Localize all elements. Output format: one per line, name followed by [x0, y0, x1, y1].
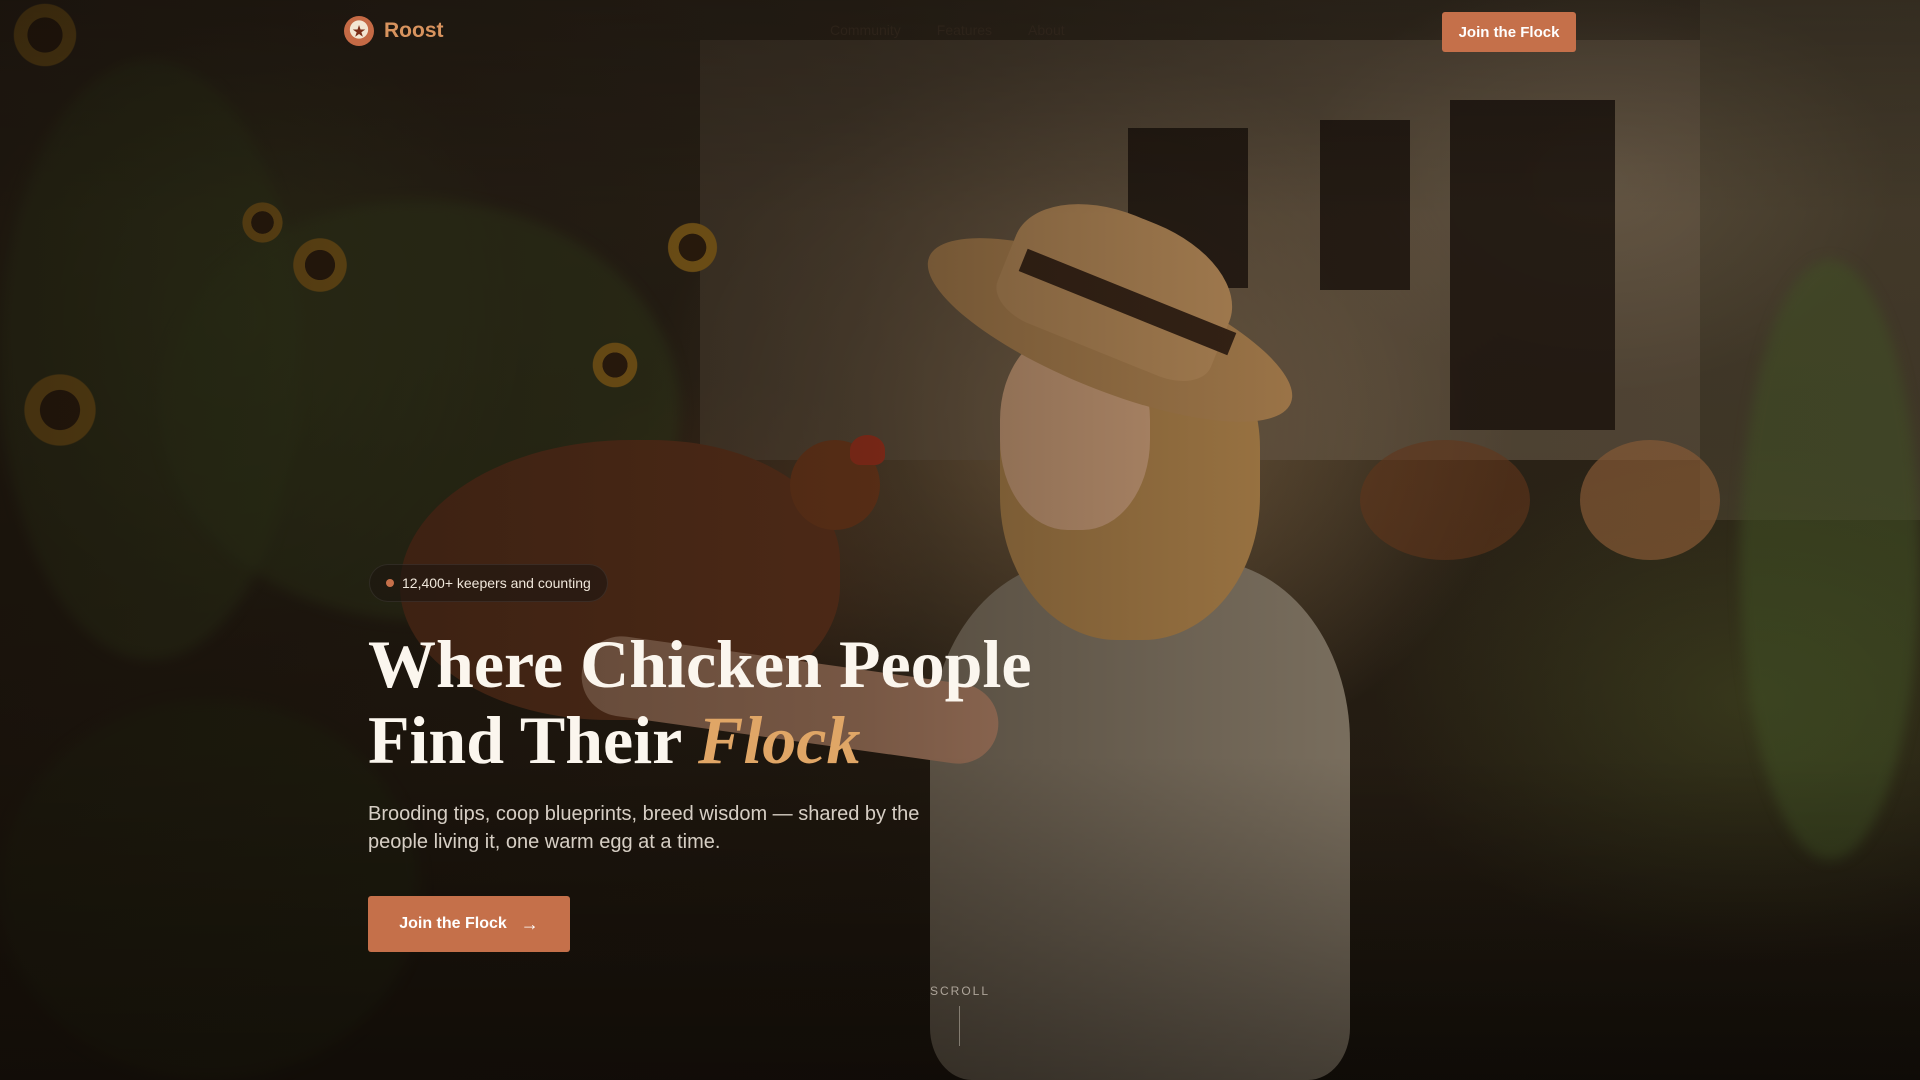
- nav-links: Community Features About: [830, 22, 1065, 38]
- keepers-count-badge: 12,400+ keepers and counting: [369, 564, 608, 602]
- scroll-line: [959, 1006, 960, 1046]
- hero-headline: Where Chicken People Find Their Flock: [368, 626, 1168, 778]
- arrow-right-icon: →: [520, 913, 539, 934]
- nav-link-features[interactable]: Features: [937, 22, 992, 38]
- status-dot-icon: [386, 579, 394, 587]
- hero-subheading: Brooding tips, coop blueprints, breed wi…: [368, 803, 920, 853]
- nav-link-about[interactable]: About: [1028, 22, 1065, 38]
- hero-overlay: [0, 0, 1920, 1080]
- top-nav: ★ Roost Community Features About Join th…: [0, 0, 1920, 64]
- badge-text: 12,400+ keepers and counting: [402, 575, 591, 591]
- nav-link-community[interactable]: Community: [830, 22, 901, 38]
- hero-join-label: Join the Flock: [399, 915, 507, 932]
- rooster-emblem-icon: ★: [344, 16, 374, 46]
- scroll-indicator[interactable]: SCROLL: [930, 984, 990, 998]
- brand-name: Roost: [384, 19, 444, 42]
- headline-line-1: Where Chicken People: [368, 626, 1032, 702]
- headline-accent-word: Flock: [698, 702, 861, 778]
- hero-join-button[interactable]: Join the Flock →: [368, 896, 570, 952]
- brand-logo[interactable]: ★ Roost: [344, 16, 444, 46]
- nav-join-button[interactable]: Join the Flock: [1442, 12, 1576, 52]
- headline-line-2: Find Their: [368, 702, 699, 778]
